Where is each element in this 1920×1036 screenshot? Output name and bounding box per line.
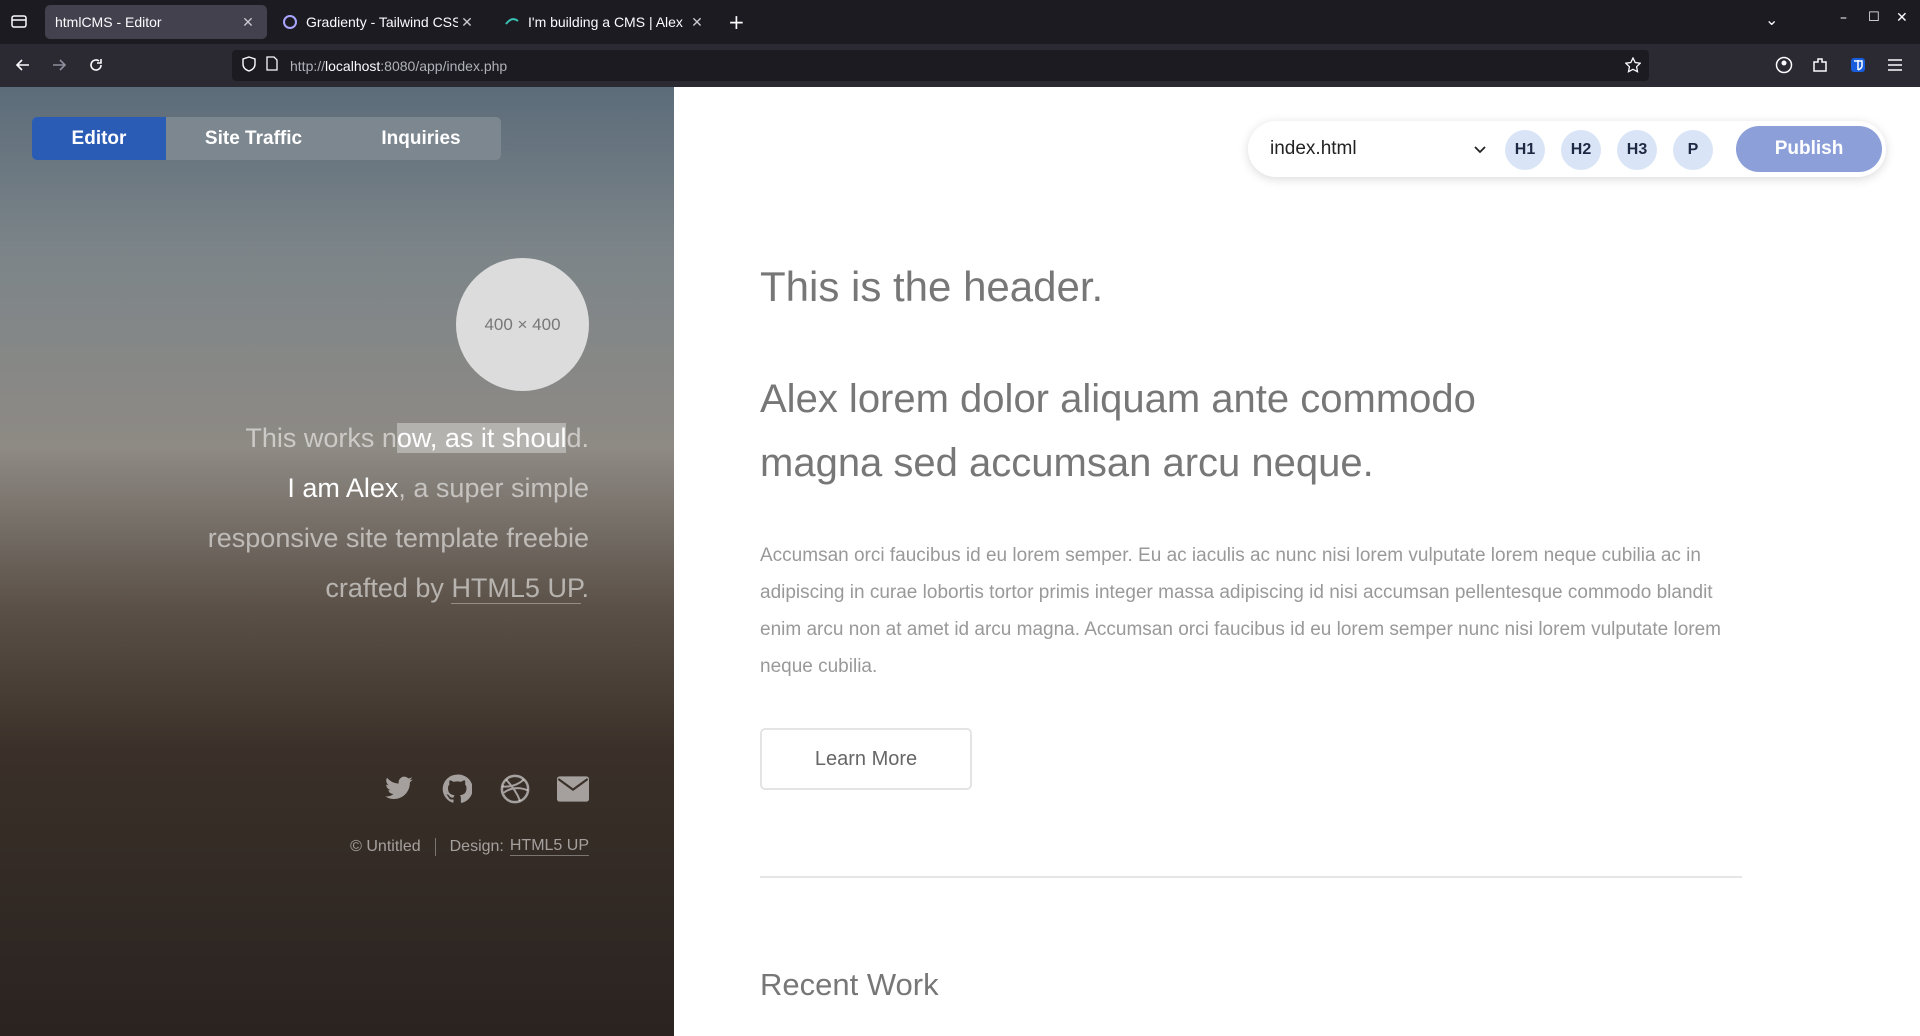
page-subheader[interactable]: Alex lorem dolor aliquam ante commodo ma…	[760, 367, 1520, 495]
url-text: http://localhost:8080/app/index.php	[290, 57, 508, 74]
social-links	[383, 773, 589, 805]
dribbble-icon[interactable]	[499, 773, 531, 805]
close-tab-icon[interactable]: ✕	[458, 14, 476, 31]
tab-inquiries[interactable]: Inquiries	[341, 117, 501, 160]
extensions-icon[interactable]	[1809, 54, 1831, 76]
reload-icon[interactable]	[85, 54, 107, 76]
new-tab-icon[interactable]: +	[728, 10, 745, 34]
bio-text-part: responsive site template freebie	[207, 523, 589, 553]
minimize-icon[interactable]: –	[1840, 10, 1847, 26]
bitwarden-icon[interactable]	[1847, 54, 1869, 76]
footer-divider	[434, 837, 436, 856]
bio-line1-start: This works n	[245, 423, 397, 453]
bio-name: I am Alex	[287, 473, 399, 503]
close-tab-icon[interactable]: ✕	[688, 14, 706, 31]
tab-list-icon[interactable]	[10, 12, 28, 34]
tab-title: Gradienty - Tailwind CSS B	[306, 14, 458, 30]
tab-title: htmlCMS - Editor	[55, 14, 162, 30]
github-icon[interactable]	[441, 773, 473, 805]
paragraph-button[interactable]: P	[1673, 130, 1713, 170]
browser-tab[interactable]: htmlCMS - Editor ✕	[45, 5, 267, 39]
close-window-icon[interactable]: ✕	[1896, 10, 1908, 26]
sidebar-panel: Editor Site Traffic Inquiries 400 × 400 …	[0, 87, 674, 1036]
sidebar-footer: © Untitled Design: HTML5 UP	[350, 837, 589, 856]
forward-icon[interactable]	[48, 54, 70, 76]
list-all-tabs-icon[interactable]: ⌄	[1765, 10, 1778, 29]
page-paragraph[interactable]: Accumsan orci faucibus id eu lorem sempe…	[760, 537, 1750, 685]
page-header[interactable]: This is the header.	[760, 263, 1103, 311]
account-icon[interactable]	[1773, 54, 1795, 76]
browser-chrome: htmlCMS - Editor ✕ Gradienty - Tailwind …	[0, 0, 1920, 87]
cms-favicon-icon	[504, 14, 520, 30]
file-select-value: index.html	[1270, 138, 1357, 159]
close-tab-icon[interactable]: ✕	[239, 14, 257, 31]
h3-button[interactable]: H3	[1617, 130, 1657, 170]
bio-selection: ow, as it shoul	[396, 423, 567, 453]
editor-canvas: index.html H1 H2 H3 P Publish This is th…	[674, 87, 1920, 1036]
twitter-icon[interactable]	[383, 773, 415, 805]
recent-work-heading[interactable]: Recent Work	[760, 967, 939, 1003]
bio-line1-end: d.	[566, 423, 589, 453]
mode-tabs: Editor Site Traffic Inquiries	[32, 117, 501, 160]
back-icon[interactable]	[12, 54, 34, 76]
h2-button[interactable]: H2	[1561, 130, 1601, 170]
mail-icon[interactable]	[557, 773, 589, 805]
h1-button[interactable]: H1	[1505, 130, 1545, 170]
bookmark-star-icon[interactable]	[1624, 56, 1642, 77]
publish-button[interactable]: Publish	[1736, 126, 1882, 172]
bio-text[interactable]: This works now, as it should. I am Alex,…	[69, 413, 589, 613]
copyright-text: © Untitled	[350, 837, 421, 855]
menu-icon[interactable]	[1884, 54, 1906, 76]
learn-more-button[interactable]: Learn More	[760, 728, 972, 790]
tab-bar: htmlCMS - Editor ✕ Gradienty - Tailwind …	[0, 0, 1920, 44]
browser-tab[interactable]: Gradienty - Tailwind CSS B ✕	[272, 5, 486, 39]
nav-bar: http://localhost:8080/app/index.php	[0, 44, 1920, 87]
bio-text-part: , a super simple	[398, 473, 589, 503]
bio-text-part: crafted by	[325, 573, 452, 603]
design-link[interactable]: HTML5 UP	[509, 837, 589, 856]
chevron-down-icon	[1474, 138, 1486, 160]
tab-title: I'm building a CMS | Alex	[528, 14, 683, 30]
file-select[interactable]: index.html	[1256, 127, 1496, 171]
html5up-link[interactable]: HTML5 UP	[451, 573, 582, 604]
divider	[760, 876, 1742, 878]
page-icon	[266, 56, 278, 75]
maximize-icon[interactable]: ☐	[1868, 10, 1880, 25]
browser-tab[interactable]: I'm building a CMS | Alex ✕	[494, 5, 716, 39]
gradienty-favicon-icon	[282, 14, 298, 30]
shield-icon[interactable]	[242, 55, 256, 76]
url-bar[interactable]: http://localhost:8080/app/index.php	[232, 50, 1649, 81]
tab-site-traffic[interactable]: Site Traffic	[166, 117, 341, 160]
tab-editor[interactable]: Editor	[32, 117, 166, 160]
bio-text-part: .	[581, 573, 589, 603]
editor-toolbar: index.html H1 H2 H3 P Publish	[1248, 121, 1886, 177]
avatar: 400 × 400	[456, 258, 589, 391]
design-label: Design:	[449, 837, 504, 855]
